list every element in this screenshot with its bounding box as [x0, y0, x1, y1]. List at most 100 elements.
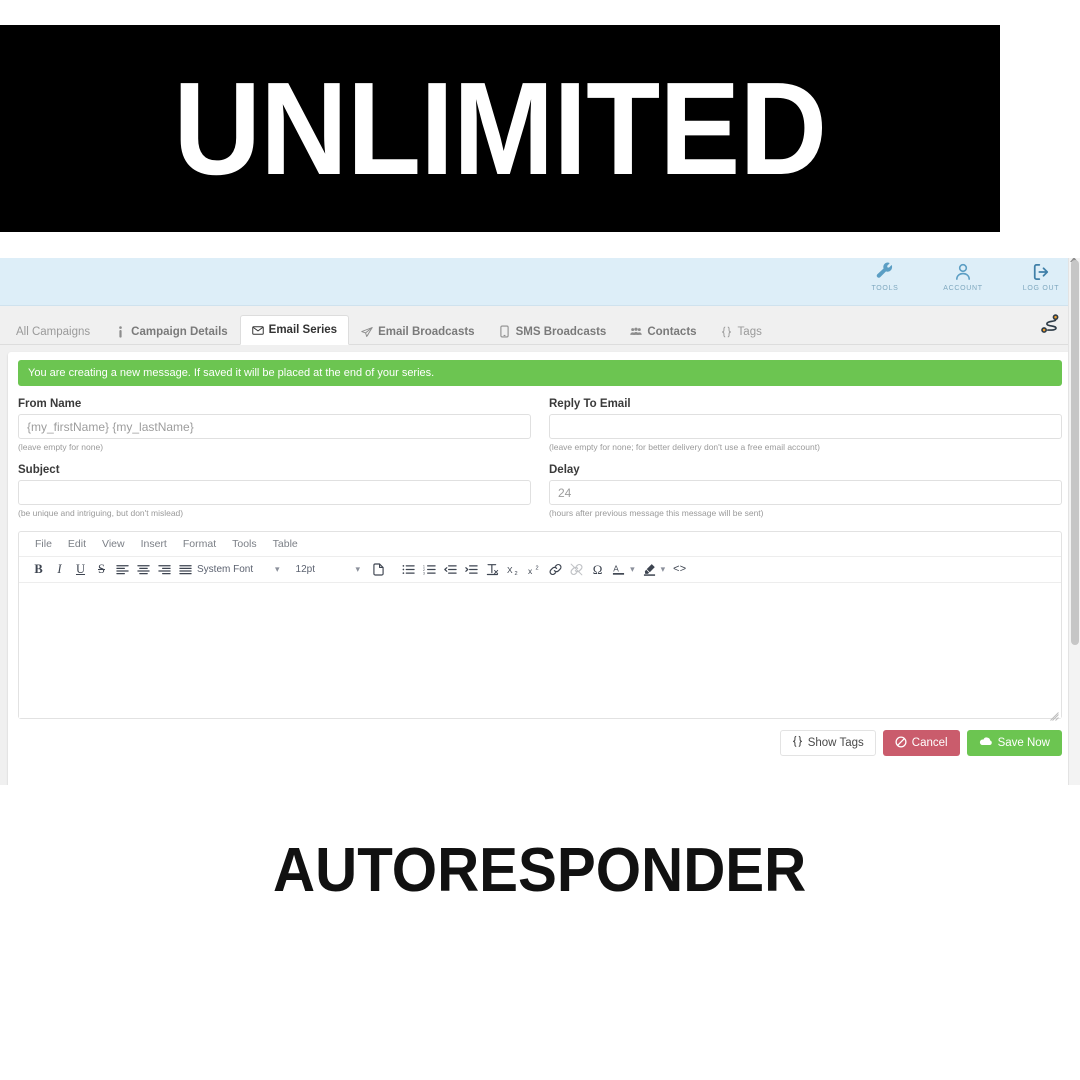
tab-campaign-details-label: Campaign Details — [131, 325, 228, 338]
tab-all-campaigns-label: All Campaigns — [16, 325, 91, 338]
subscript-icon[interactable]: X 2 — [504, 560, 523, 580]
form-row-1: From Name (leave empty for none) Reply T… — [18, 398, 1062, 452]
scrollbar-thumb[interactable] — [1071, 260, 1079, 645]
braces-icon — [792, 735, 803, 751]
utility-items: TOOLS ACCOUNT LOG OUT — [860, 262, 1066, 292]
chevron-down-icon[interactable]: ▾ — [630, 564, 635, 575]
reply-to-email-hint: (leave empty for none; for better delive… — [549, 442, 820, 452]
tab-campaign-details[interactable]: Campaign Details — [102, 317, 240, 345]
utility-item-account-label: ACCOUNT — [943, 285, 983, 292]
font-size-value: 12pt — [295, 564, 315, 575]
tab-email-series[interactable]: Email Series — [239, 315, 350, 345]
utility-item-logout-label: LOG OUT — [1022, 285, 1060, 292]
editor-menu-format[interactable]: Format — [175, 538, 224, 550]
editor-menu-edit[interactable]: Edit — [60, 538, 94, 550]
utility-item-tools[interactable]: TOOLS — [860, 262, 910, 292]
align-left-icon[interactable] — [113, 560, 132, 580]
editor-toolbar: B I U S System Font ▾ 12pt ▾ 1 2 3 X 2 x… — [19, 557, 1061, 583]
highlight-color-icon[interactable] — [640, 560, 659, 580]
rich-text-editor: File Edit View Insert Format Tools Table… — [18, 531, 1062, 721]
chevron-down-icon[interactable]: ▾ — [275, 564, 280, 575]
subject-group: Subject (be unique and intriguing, but d… — [18, 464, 531, 518]
info-icon — [114, 325, 126, 338]
editor-menu-table[interactable]: Table — [265, 538, 306, 550]
tab-sms-broadcasts-label: SMS Broadcasts — [515, 325, 607, 338]
align-right-icon[interactable] — [155, 560, 174, 580]
subject-input[interactable] — [18, 480, 531, 505]
editor-menubar: File Edit View Insert Format Tools Table — [19, 532, 1061, 557]
wrench-icon — [875, 262, 895, 282]
editor-menu-view[interactable]: View — [94, 538, 133, 550]
delay-label: Delay — [549, 464, 580, 476]
chevron-down-icon[interactable]: ▾ — [661, 564, 666, 575]
text-color-icon[interactable]: A — [609, 560, 628, 580]
cloud-icon — [979, 736, 993, 750]
editor-menu-file[interactable]: File — [27, 538, 60, 550]
delay-group: Delay (hours after previous message this… — [549, 464, 1062, 518]
from-name-input[interactable] — [18, 414, 531, 439]
utility-item-account[interactable]: ACCOUNT — [938, 262, 988, 292]
link-icon[interactable] — [546, 560, 565, 580]
app-scrollbar[interactable] — [1068, 258, 1080, 785]
bottom-headline-text: AUTORESPONDER — [273, 835, 807, 905]
align-justify-icon[interactable] — [176, 560, 195, 580]
outdent-icon[interactable] — [441, 560, 460, 580]
svg-text:A: A — [613, 564, 619, 574]
indent-icon[interactable] — [462, 560, 481, 580]
from-name-group: From Name (leave empty for none) — [18, 398, 531, 452]
reply-to-email-label: Reply To Email — [549, 398, 631, 410]
italic-icon[interactable]: I — [50, 560, 69, 580]
tab-email-broadcasts[interactable]: Email Broadcasts — [349, 317, 487, 345]
editor-menu-insert[interactable]: Insert — [133, 538, 175, 550]
superscript-icon[interactable]: x 2 — [525, 560, 544, 580]
align-center-icon[interactable] — [134, 560, 153, 580]
tab-all-campaigns[interactable]: All Campaigns — [4, 317, 102, 345]
from-name-hint: (leave empty for none) — [18, 442, 104, 452]
save-now-button[interactable]: Save Now — [966, 730, 1062, 756]
tab-contacts-label: Contacts — [647, 325, 697, 338]
show-tags-label: Show Tags — [807, 737, 864, 749]
delay-input[interactable] — [549, 480, 1062, 505]
editor-body[interactable] — [19, 583, 1061, 721]
tab-contacts[interactable]: Contacts — [618, 317, 708, 345]
cancel-label: Cancel — [911, 737, 948, 749]
cancel-button[interactable]: Cancel — [882, 730, 960, 756]
editor-menu-tools[interactable]: Tools — [224, 538, 265, 550]
funnel-route-icon[interactable] — [1040, 314, 1062, 339]
font-size-select[interactable]: 12pt — [296, 560, 356, 580]
underline-icon[interactable]: U — [71, 560, 90, 580]
tab-tags[interactable]: Tags — [709, 317, 774, 345]
content-card: You are creating a new message. If saved… — [8, 352, 1072, 785]
source-document-icon[interactable] — [369, 560, 388, 580]
source-code-icon[interactable]: <> — [670, 560, 689, 580]
reply-to-email-input[interactable] — [549, 414, 1062, 439]
clear-formatting-icon[interactable] — [483, 560, 502, 580]
top-headline-banner: UNLIMITED — [0, 25, 1000, 232]
save-now-label: Save Now — [997, 737, 1050, 749]
tabstrip: All Campaigns Campaign Details Email Ser… — [0, 306, 1080, 345]
special-character-icon[interactable]: Ω — [588, 560, 607, 580]
bullet-list-icon[interactable] — [399, 560, 418, 580]
svg-text:3: 3 — [423, 572, 425, 575]
tab-sms-broadcasts[interactable]: SMS Broadcasts — [487, 317, 619, 345]
logout-icon — [1031, 262, 1051, 282]
resize-handle-icon[interactable] — [1050, 708, 1059, 721]
paper-plane-icon — [361, 326, 373, 338]
delay-hint: (hours after previous message this messa… — [549, 508, 764, 518]
bold-icon[interactable]: B — [29, 560, 48, 580]
svg-text:X: X — [507, 564, 513, 574]
strikethrough-icon[interactable]: S — [92, 560, 111, 580]
show-tags-button[interactable]: Show Tags — [779, 730, 876, 756]
chevron-down-icon[interactable]: ▾ — [356, 564, 361, 575]
users-icon — [630, 326, 643, 337]
numbered-list-icon[interactable]: 1 2 3 — [420, 560, 439, 580]
mobile-icon — [499, 325, 511, 338]
subject-label: Subject — [18, 464, 60, 476]
user-icon — [953, 262, 973, 282]
svg-text:x: x — [528, 566, 533, 576]
utility-item-tools-label: TOOLS — [871, 285, 899, 292]
bottom-headline-banner: AUTORESPONDER — [0, 825, 1080, 915]
unlink-icon[interactable] — [567, 560, 586, 580]
font-family-select[interactable]: System Font — [197, 560, 275, 580]
utility-item-logout[interactable]: LOG OUT — [1016, 262, 1066, 292]
